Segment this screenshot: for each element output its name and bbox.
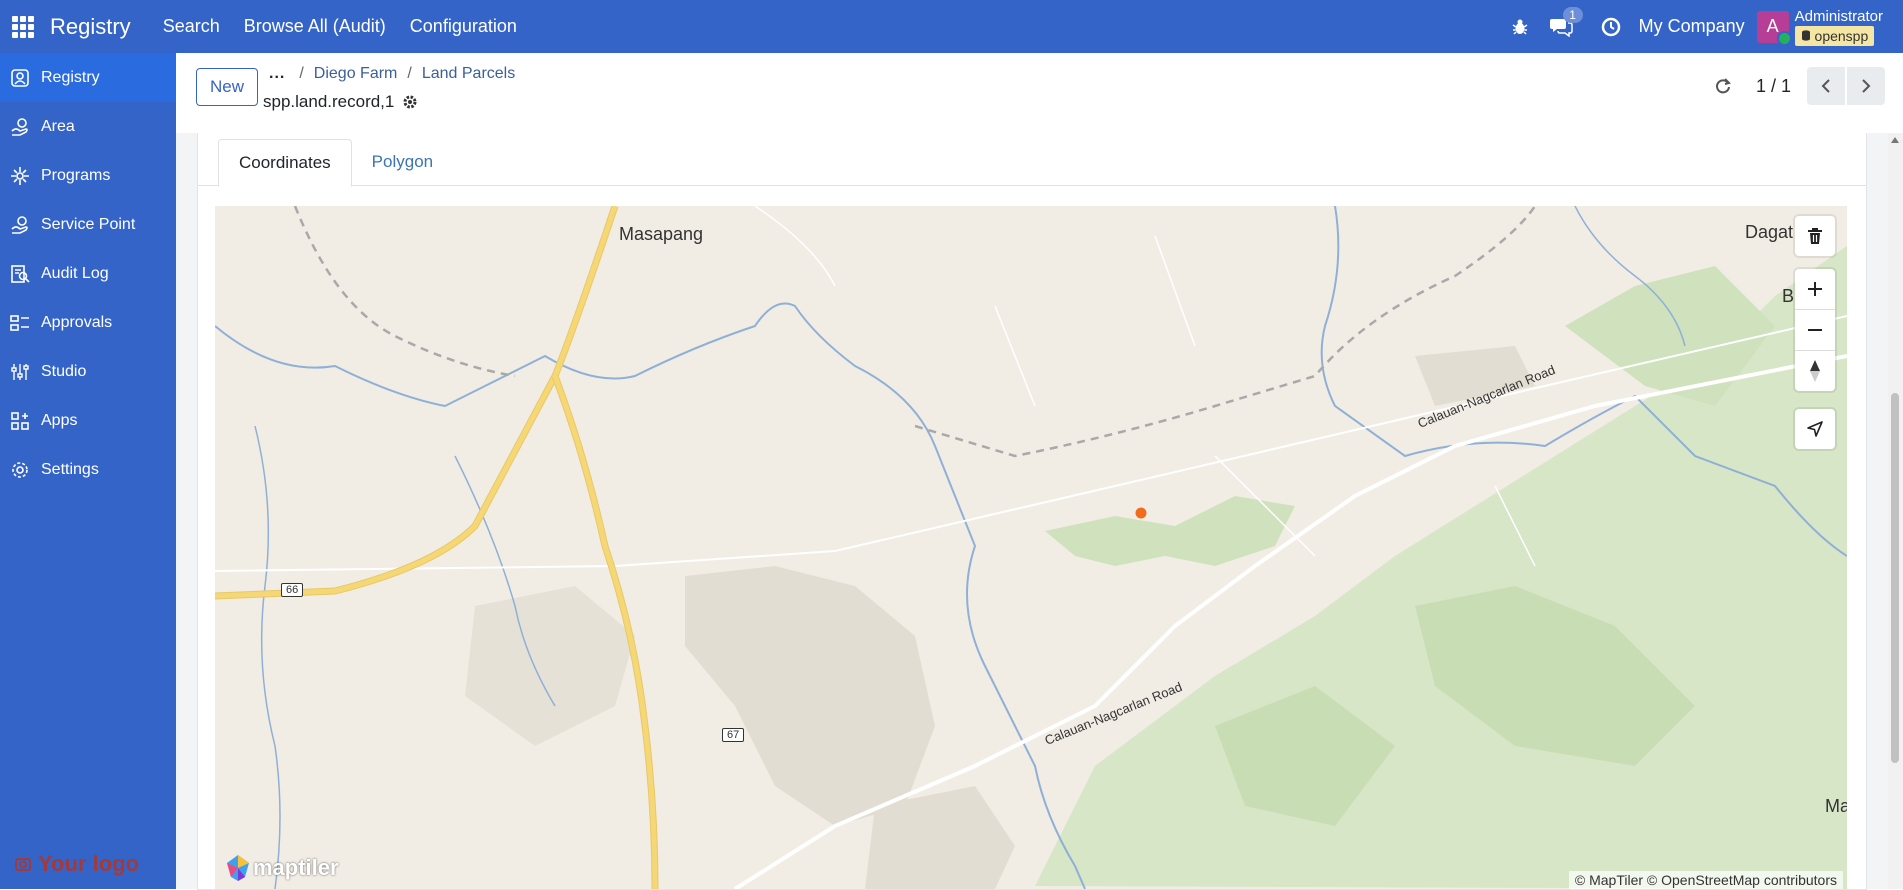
breadcrumb-ellipsis[interactable]: ... bbox=[269, 65, 285, 83]
geolocate-icon[interactable] bbox=[1795, 409, 1835, 449]
map-label-masapang: Masapang bbox=[619, 224, 704, 244]
sidebar-item-approvals[interactable]: Approvals bbox=[0, 298, 176, 347]
database-name: openspp bbox=[1814, 27, 1869, 44]
settings-icon bbox=[9, 459, 31, 481]
sidebar-item-label: Audit Log bbox=[41, 264, 109, 282]
pager-previous-button[interactable] bbox=[1807, 67, 1845, 105]
programs-icon bbox=[9, 165, 31, 187]
service-point-icon bbox=[9, 214, 31, 236]
menu-configuration[interactable]: Configuration bbox=[410, 16, 517, 37]
logo-text: Your logo bbox=[38, 851, 140, 876]
studio-icon bbox=[9, 361, 31, 383]
sidebar-item-apps[interactable]: Apps bbox=[0, 396, 176, 445]
approvals-icon bbox=[9, 312, 31, 334]
form-content: Coordinates Polygon Masapang Dagat B Ma … bbox=[176, 133, 1888, 890]
pager-next-button[interactable] bbox=[1847, 67, 1885, 105]
tab-coordinates[interactable]: Coordinates bbox=[218, 139, 352, 187]
zoom-out-icon[interactable] bbox=[1795, 310, 1835, 351]
menu-browse-all-audit[interactable]: Browse All (Audit) bbox=[244, 16, 386, 37]
location-marker[interactable] bbox=[1135, 507, 1147, 519]
scroll-up-arrow-icon[interactable] bbox=[1891, 137, 1899, 143]
sidebar-item-label: Registry bbox=[41, 68, 100, 86]
record-name: spp.land.record,1 bbox=[263, 92, 395, 111]
map-view[interactable]: Masapang Dagat B Ma Calauan-Nagcarlan Ro… bbox=[215, 206, 1847, 889]
sidebar-item-service-point[interactable]: Service Point bbox=[0, 200, 176, 249]
messages-badge: 1 bbox=[1562, 6, 1583, 23]
user-avatar[interactable]: A bbox=[1756, 10, 1792, 46]
sidebar-item-registry[interactable]: Registry bbox=[0, 53, 176, 102]
menu-search[interactable]: Search bbox=[163, 16, 220, 37]
sidebar-item-audit-log[interactable]: Audit Log bbox=[0, 249, 176, 298]
control-panel: New ... / Diego Farm / Land Parcels spp.… bbox=[176, 53, 1903, 134]
sidebar-item-label: Settings bbox=[41, 460, 99, 478]
breadcrumb-diego-farm[interactable]: Diego Farm bbox=[314, 65, 398, 83]
user-menu[interactable]: Administrator openspp bbox=[1794, 7, 1883, 46]
apps-menu-icon[interactable] bbox=[12, 15, 34, 38]
breadcrumb-land-parcels[interactable]: Land Parcels bbox=[422, 65, 515, 83]
trash-icon[interactable] bbox=[1795, 216, 1835, 256]
sidebar-item-label: Service Point bbox=[41, 215, 136, 233]
sidebar-item-studio[interactable]: Studio bbox=[0, 347, 176, 396]
sidebar-item-label: Area bbox=[41, 117, 75, 135]
map-tiles bbox=[215, 206, 1847, 889]
road-shield-67: 67 bbox=[722, 728, 745, 742]
sidebar-item-label: Apps bbox=[41, 411, 78, 429]
map-geolocate-control bbox=[1795, 409, 1835, 449]
avatar-letter: A bbox=[1766, 16, 1779, 36]
new-button[interactable]: New bbox=[196, 68, 258, 106]
map-attribution[interactable]: © MapTiler © OpenStreetMap contributors bbox=[1568, 871, 1843, 889]
messages-icon[interactable]: 1 bbox=[1549, 6, 1583, 37]
map-label-b: B bbox=[1782, 286, 1795, 306]
debug-bug-icon[interactable] bbox=[1511, 18, 1529, 36]
map-navigation-control bbox=[1795, 269, 1835, 391]
maptiler-text: maptiler bbox=[253, 855, 339, 880]
sidebar-item-settings[interactable]: Settings bbox=[0, 445, 176, 494]
refresh-icon[interactable] bbox=[1714, 77, 1732, 95]
maptiler-logo[interactable]: maptiler bbox=[223, 853, 339, 883]
activity-clock-icon[interactable] bbox=[1601, 17, 1621, 37]
apps-icon bbox=[9, 410, 31, 432]
logo-icon bbox=[15, 858, 31, 871]
app-name[interactable]: Registry bbox=[50, 14, 131, 40]
record-title: spp.land.record,1 bbox=[263, 92, 418, 112]
sidebar-item-area[interactable]: Area bbox=[0, 102, 176, 151]
tab-polygon[interactable]: Polygon bbox=[352, 139, 453, 185]
top-navbar: Registry Search Browse All (Audit) Confi… bbox=[0, 0, 1903, 53]
road-shield-66: 66 bbox=[281, 583, 304, 597]
form-sheet: Coordinates Polygon Masapang Dagat B Ma … bbox=[197, 133, 1867, 890]
sidebar-item-label: Approvals bbox=[41, 313, 113, 331]
online-status-dot bbox=[1776, 30, 1792, 46]
map-label-ma: Ma bbox=[1825, 796, 1847, 816]
sidebar: Registry Area Programs Service Point Aud… bbox=[0, 53, 176, 889]
pager-value[interactable]: 1 / 1 bbox=[1756, 76, 1791, 97]
database-icon bbox=[1801, 29, 1810, 41]
audit-log-icon bbox=[9, 263, 31, 285]
notebook-tabs: Coordinates Polygon bbox=[218, 139, 453, 187]
scrollbar-thumb[interactable] bbox=[1891, 393, 1899, 763]
sidebar-item-label: Programs bbox=[41, 166, 111, 184]
registry-icon bbox=[9, 67, 31, 89]
company-switcher[interactable]: My Company bbox=[1639, 16, 1745, 37]
sidebar-item-programs[interactable]: Programs bbox=[0, 151, 176, 200]
user-name: Administrator bbox=[1794, 7, 1883, 25]
gear-icon[interactable] bbox=[402, 94, 418, 110]
map-delete-control bbox=[1795, 216, 1835, 256]
chevron-right-icon bbox=[1862, 79, 1871, 93]
breadcrumb: ... / Diego Farm / Land Parcels bbox=[269, 65, 516, 83]
sidebar-item-label: Studio bbox=[41, 362, 87, 380]
chevron-left-icon bbox=[1821, 79, 1830, 93]
maptiler-logo-icon bbox=[227, 855, 249, 881]
pager: 1 / 1 bbox=[1714, 67, 1885, 105]
compass-icon[interactable] bbox=[1795, 351, 1835, 391]
zoom-in-icon[interactable] bbox=[1795, 269, 1835, 310]
map-label-dagat: Dagat bbox=[1745, 222, 1794, 242]
database-badge: openspp bbox=[1794, 25, 1875, 46]
company-logo: Your logo bbox=[14, 851, 139, 877]
page-scrollbar[interactable] bbox=[1888, 133, 1903, 889]
area-icon bbox=[9, 116, 31, 138]
